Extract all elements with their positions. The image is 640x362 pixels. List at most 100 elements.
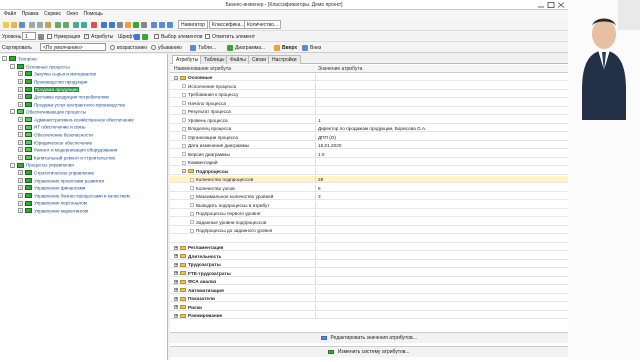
collapse-icon[interactable]: - bbox=[2, 56, 7, 62]
collapse-icon[interactable]: - bbox=[10, 109, 15, 115]
tab-classifiers[interactable]: Классифика... bbox=[209, 20, 248, 29]
attribute-row[interactable]: Количество узлов 6 bbox=[170, 184, 568, 192]
expand-icon[interactable]: + bbox=[18, 124, 23, 130]
expand-icon[interactable]: + bbox=[18, 200, 23, 206]
attribute-row[interactable]: Выводить подпроцессы в атрибут bbox=[170, 201, 568, 209]
tree-item[interactable]: + Доставка продукции потребителям bbox=[18, 94, 109, 101]
tree-item[interactable]: + Административно-хозяйственное обеспечен… bbox=[18, 117, 134, 124]
undo-icon[interactable] bbox=[55, 22, 61, 28]
attribute-value[interactable]: 3 bbox=[318, 194, 321, 199]
expand-icon[interactable]: + bbox=[18, 117, 23, 123]
attribute-group-row[interactable]: + FTE-трудозатраты bbox=[170, 269, 568, 277]
tab-attributes[interactable]: Атрибуты bbox=[172, 55, 203, 64]
tree-item[interactable]: + Стратегическое управление bbox=[18, 170, 94, 177]
expand-icon[interactable]: + bbox=[174, 313, 178, 318]
tree-item[interactable]: + Управление бизнес-процессами и качество… bbox=[18, 193, 130, 200]
diagram-icon[interactable] bbox=[109, 22, 115, 28]
dropdown-icon[interactable] bbox=[141, 22, 147, 28]
tab-links[interactable]: Связи bbox=[248, 55, 271, 64]
tree-item[interactable]: + Управление персоналом bbox=[18, 200, 87, 207]
expand-icon[interactable]: + bbox=[174, 254, 178, 259]
attribute-group-row[interactable]: - Основные bbox=[170, 74, 568, 81]
expand-icon[interactable]: + bbox=[18, 185, 23, 191]
attribute-group-row[interactable]: + Ранжирование bbox=[170, 312, 568, 319]
expand-icon[interactable]: + bbox=[18, 94, 23, 100]
expand-icon[interactable]: + bbox=[18, 132, 23, 138]
minimize-icon[interactable] bbox=[536, 1, 546, 9]
column-value-header[interactable]: Значение атрибута bbox=[318, 66, 362, 72]
expand-icon[interactable]: + bbox=[18, 147, 23, 153]
tree-item[interactable]: + Капитальный ремонт и строительство bbox=[18, 155, 115, 162]
expand-icon[interactable]: + bbox=[18, 71, 23, 77]
tab-tables[interactable]: Таблицы bbox=[200, 55, 229, 64]
cut-icon[interactable] bbox=[29, 22, 35, 28]
edit-attribute-values-button[interactable]: Редактировать значения атрибутов... bbox=[170, 332, 568, 343]
expand-icon[interactable]: + bbox=[174, 271, 178, 276]
attributes-checkbox[interactable] bbox=[84, 33, 89, 39]
attribute-row[interactable]: Дата изменения диаграммы 15.01.2020 bbox=[170, 142, 568, 149]
collapse-icon[interactable]: - bbox=[10, 63, 15, 69]
level-input[interactable]: 1 bbox=[22, 32, 36, 40]
collapse-icon[interactable]: - bbox=[174, 75, 178, 80]
attribute-row[interactable]: Версия диаграммы 1.0 bbox=[170, 150, 568, 158]
copy-icon[interactable] bbox=[37, 22, 43, 28]
attribute-group-row[interactable]: + Регламентация bbox=[170, 244, 568, 251]
attribute-value[interactable]: ДПП (О) bbox=[318, 135, 336, 140]
expand-icon[interactable]: + bbox=[174, 245, 178, 250]
expand-icon[interactable]: + bbox=[174, 296, 178, 301]
expand-icon[interactable]: + bbox=[18, 170, 23, 176]
attribute-row[interactable]: Результат процесса bbox=[170, 108, 568, 115]
down-arrow-icon[interactable] bbox=[302, 45, 308, 51]
font-label[interactable]: Шрифт bbox=[118, 34, 134, 40]
table-icon[interactable] bbox=[190, 45, 196, 51]
attribute-group-row[interactable]: + Показатели bbox=[170, 295, 568, 302]
expand-icon[interactable]: + bbox=[18, 177, 23, 183]
new-icon[interactable] bbox=[3, 22, 9, 28]
collapse-icon[interactable]: - bbox=[182, 169, 186, 174]
tree-item[interactable]: + Продажа услуг контрактного производства bbox=[18, 101, 125, 109]
expand-icon[interactable]: + bbox=[174, 305, 178, 310]
up-button[interactable]: Вверх bbox=[282, 45, 297, 51]
window-icon[interactable] bbox=[151, 22, 157, 28]
tab-navigator[interactable]: Навигатор bbox=[178, 20, 209, 29]
attribute-row[interactable]: Уровень процесса 1 bbox=[170, 116, 568, 124]
mark-element-checkbox[interactable] bbox=[205, 34, 210, 39]
attribute-group-row[interactable]: + Риски bbox=[170, 303, 568, 311]
classifier-icon[interactable] bbox=[133, 22, 139, 28]
menu-help[interactable]: Помощь bbox=[84, 11, 103, 17]
expand-icon[interactable]: + bbox=[18, 155, 23, 161]
tree-item[interactable]: + ИТ обеспечение и связь bbox=[18, 124, 86, 131]
tree-item[interactable]: + Закупка сырья и материалов bbox=[18, 71, 96, 78]
tree-item[interactable]: + Ремонт и модернизация оборудования bbox=[18, 147, 117, 154]
attribute-row[interactable]: Владелец процесса Директор по продажам пр… bbox=[170, 125, 568, 132]
up-arrow-icon[interactable] bbox=[274, 45, 280, 51]
expand-icon[interactable]: + bbox=[174, 288, 178, 293]
attribute-group-row[interactable]: + Длительность bbox=[170, 252, 568, 260]
attribute-row[interactable]: Подпроцессы первого уровня bbox=[170, 210, 568, 217]
attribute-row[interactable]: Исполнение процесса bbox=[170, 82, 568, 90]
tree-item[interactable]: + Юридическое обеспечение bbox=[18, 139, 92, 147]
tree-item[interactable]: + Обеспечение безопасности bbox=[18, 132, 93, 139]
attribute-row[interactable]: Организации процесса ДПП (О) bbox=[170, 133, 568, 141]
select-elements-checkbox[interactable] bbox=[154, 34, 159, 39]
attribute-value[interactable]: 6 bbox=[318, 186, 321, 191]
menu-file[interactable]: Файл bbox=[4, 11, 16, 17]
tree-item[interactable]: - Процессы управления bbox=[10, 162, 74, 169]
expand-icon[interactable]: + bbox=[174, 262, 178, 267]
attribute-row[interactable]: Начало процесса bbox=[170, 99, 568, 107]
attribute-row[interactable]: Комментарий bbox=[170, 159, 568, 166]
expand-icon[interactable]: + bbox=[174, 279, 178, 284]
menu-edit[interactable]: Правка bbox=[22, 11, 39, 17]
attribute-group-row[interactable]: + ФСА анализ bbox=[170, 278, 568, 285]
tree-item[interactable]: - Основные процессы bbox=[10, 63, 70, 71]
font-bg-icon[interactable] bbox=[142, 34, 148, 40]
sort-select[interactable]: <По умолчанию> bbox=[40, 43, 106, 51]
open-icon[interactable] bbox=[11, 22, 17, 28]
maximize-icon[interactable] bbox=[546, 1, 556, 9]
back-icon[interactable] bbox=[73, 22, 79, 28]
expand-icon[interactable]: + bbox=[18, 193, 23, 199]
forward-icon[interactable] bbox=[81, 22, 87, 28]
attribute-value[interactable]: 1.0 bbox=[318, 152, 325, 157]
diagram-view-icon[interactable] bbox=[227, 45, 233, 51]
diagram-button[interactable]: Диаграмма... bbox=[235, 45, 265, 51]
